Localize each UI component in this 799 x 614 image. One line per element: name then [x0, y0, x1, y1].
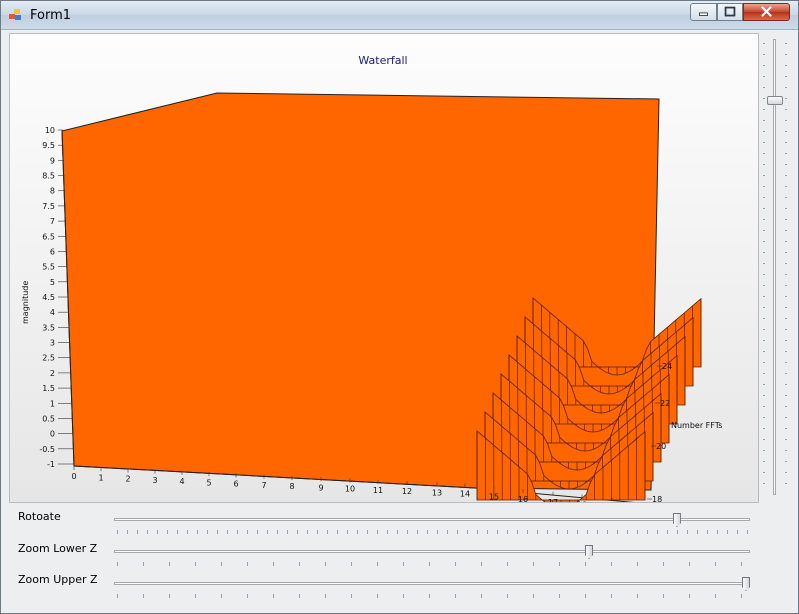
y-tick-label: 5.5 [42, 263, 55, 272]
y-tick-label: 1.5 [42, 384, 55, 393]
zoom-lower-z-label: Zoom Lower Z [18, 542, 98, 555]
zoom-upper-z-slider-thumb[interactable] [742, 577, 750, 591]
x-tick-label: 2 [125, 475, 130, 484]
y-tick-label: 4.5 [42, 293, 55, 302]
zoom-lower-z-slider-track [114, 550, 750, 553]
y-tick-label: -1 [47, 460, 55, 469]
y-tick-label: 10 [45, 126, 55, 135]
waterfall-plot: 109.598.587.576.565.554.543.532.521.510.… [21, 92, 722, 504]
minimize-button[interactable] [690, 3, 717, 21]
close-icon [761, 6, 772, 17]
x-tick-label: 14 [460, 490, 470, 499]
y-tick-label: 7.5 [42, 202, 55, 211]
x-tick-label: 0 [71, 472, 76, 481]
rotate-slider[interactable] [111, 513, 751, 537]
x-tick-label: 8 [289, 482, 294, 491]
maximize-icon [724, 6, 736, 17]
y-tick-label: 6 [50, 247, 55, 256]
z-tick-label: 22 [660, 399, 670, 408]
y-tick-label: 2.5 [42, 354, 55, 363]
y-tick-label: 3 [50, 339, 55, 348]
vertical-slider-ticks-right [785, 43, 787, 493]
y-tick-label: 1 [50, 399, 55, 408]
x-tick-label: 3 [152, 476, 157, 485]
y-tick-label: 8.5 [42, 172, 55, 181]
rotate-slider-ticks [117, 530, 749, 534]
x-tick-label: 6 [233, 480, 238, 489]
x-tick-label: 1 [98, 473, 103, 482]
surface-back [61, 92, 660, 491]
x-tick-label: 13 [432, 488, 442, 497]
rotate-slider-thumb[interactable] [672, 513, 681, 527]
zoom-upper-z-slider[interactable] [111, 577, 751, 601]
y-tick-label: 4 [50, 308, 55, 317]
x-tick-label: 15 [489, 492, 499, 501]
z-tick-label: 18 [652, 495, 662, 503]
y-tick-label: 5 [50, 278, 55, 287]
zoom-upper-z-slider-ticks [117, 594, 749, 598]
x-tick-label: 10 [345, 485, 355, 494]
x-tick-label: 17 [548, 498, 558, 503]
x-tick-label: 4 [179, 477, 184, 486]
x-tick-label: 9 [318, 483, 323, 492]
rotate-slider-track [114, 518, 750, 521]
z-tick-label: 24 [662, 362, 672, 371]
rotate-label: Rotoate [18, 510, 61, 523]
y-tick-label: 9 [50, 156, 55, 165]
x-tick-label: 5 [206, 478, 211, 487]
x-tick-label: 18 [577, 501, 587, 504]
zoom-upper-z-label: Zoom Upper Z [18, 573, 98, 586]
y-tick-label: 3.5 [42, 323, 55, 332]
y-tick-label: 0.5 [42, 414, 55, 423]
maximize-button[interactable] [717, 3, 743, 21]
close-button[interactable] [743, 3, 790, 21]
zoom-lower-z-slider[interactable] [111, 545, 751, 569]
form-icon [9, 9, 21, 20]
z-axis-label: Number FFTs [671, 421, 722, 430]
zoom-lower-z-slider-thumb[interactable] [585, 545, 593, 559]
vertical-slider-track [773, 39, 776, 495]
window-title: Form1 [30, 8, 72, 23]
x-tick-label: 16 [518, 495, 528, 503]
y-tick-label: 0 [50, 430, 55, 439]
vertical-slider-ticks-left [763, 43, 765, 493]
y-axis-label: magnitude [21, 281, 30, 324]
y-tick-label: 8 [50, 187, 55, 196]
minimize-icon [699, 12, 708, 16]
zoom-lower-z-slider-ticks [117, 562, 749, 566]
vertical-slider-thumb[interactable] [767, 96, 783, 106]
x-tick-label: 7 [261, 481, 266, 490]
title-bar[interactable]: Form1 [1, 1, 798, 30]
vertical-slider[interactable] [761, 33, 789, 501]
x-tick-label: 11 [373, 486, 383, 495]
z-tick-label: 20 [656, 442, 666, 451]
y-tick-label: 9.5 [42, 141, 55, 150]
app-window: Form1 Waterfall 10 9.5 9 8.5 8 7.5 7 6.5 6 5.5 5 4.… [0, 0, 799, 614]
chart-panel[interactable]: Waterfall 10 9.5 9 8.5 8 7.5 7 6.5 6 5.5 5 4.5 4 3.5 3… [9, 33, 759, 503]
zoom-upper-z-slider-track [114, 582, 750, 585]
y-tick-label: 6.5 [42, 232, 55, 241]
y-tick-label: -0.5 [39, 445, 55, 454]
x-tick-label: 12 [402, 487, 412, 496]
y-tick-label: 7 [50, 217, 55, 226]
y-tick-label: 2 [50, 369, 55, 378]
